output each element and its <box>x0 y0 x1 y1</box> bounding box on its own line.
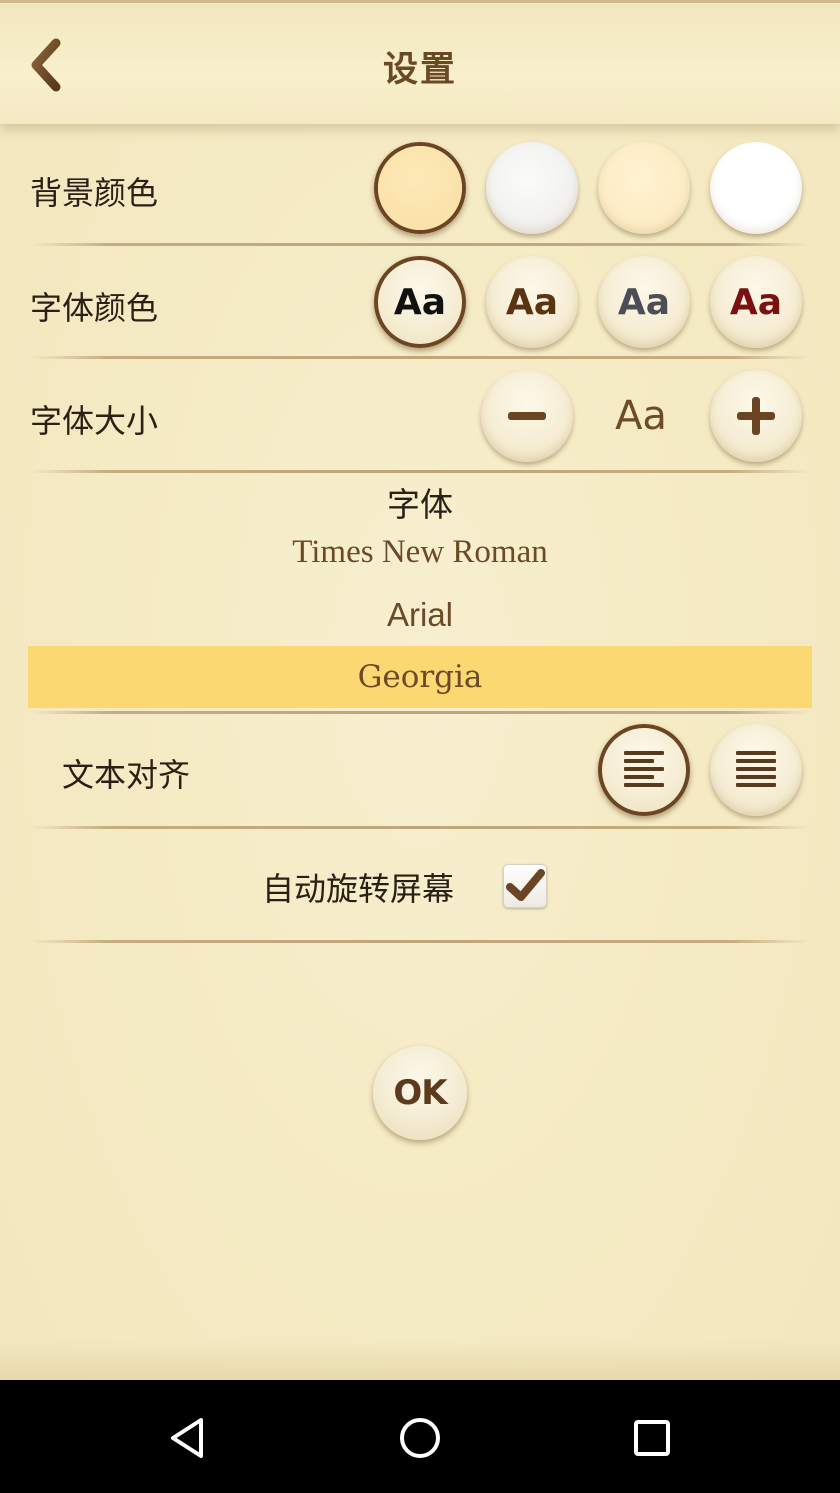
bg-color-option-white[interactable] <box>710 142 802 234</box>
divider <box>30 243 810 246</box>
text-align-label: 文本对齐 <box>62 756 191 794</box>
checkmark-icon <box>506 869 545 901</box>
align-justify-button[interactable] <box>710 724 802 816</box>
font-size-increase-button[interactable] <box>710 370 802 462</box>
page-title: 设置 <box>382 50 457 90</box>
nav-back-button[interactable] <box>157 1408 217 1468</box>
divider <box>30 356 810 359</box>
divider <box>30 826 810 829</box>
bg-color-option-light-gray[interactable] <box>486 142 578 234</box>
font-color-option-dark-red[interactable]: Aa <box>710 256 802 348</box>
font-size-decrease-button[interactable] <box>481 370 573 462</box>
font-color-label: 字体颜色 <box>30 289 159 327</box>
font-color-sample: Aa <box>393 281 447 323</box>
divider <box>30 470 810 473</box>
font-option-arial[interactable]: Arial <box>28 584 812 646</box>
bottom-fade <box>0 1340 840 1380</box>
background-color-label: 背景颜色 <box>30 174 159 212</box>
font-color-sample: Aa <box>617 281 671 323</box>
font-color-sample: Aa <box>729 281 783 323</box>
ok-button-label: OK <box>393 1073 447 1113</box>
font-color-option-gray[interactable]: Aa <box>598 256 690 348</box>
font-color-option-black[interactable]: Aa <box>374 256 466 348</box>
align-left-icon <box>624 751 664 787</box>
settings-screen: 设置 背景颜色 字体颜色 Aa Aa Aa Aa 字体大小 Aa 字体 Time… <box>0 0 840 1380</box>
system-navigation-bar <box>0 1380 840 1493</box>
auto-rotate-checkbox[interactable] <box>503 864 547 908</box>
font-family-title: 字体 <box>387 485 453 524</box>
bg-color-option-parchment[interactable] <box>374 142 466 234</box>
header-bar: 设置 <box>0 0 840 124</box>
font-size-label: 字体大小 <box>30 402 159 440</box>
minus-icon <box>508 412 546 420</box>
nav-home-button[interactable] <box>390 1408 450 1468</box>
ok-button[interactable]: OK <box>373 1046 467 1140</box>
font-option-georgia[interactable]: Georgia <box>28 646 812 708</box>
font-option-times-new-roman[interactable]: Times New Roman <box>28 521 812 583</box>
bg-color-option-cream[interactable] <box>598 142 690 234</box>
nav-recents-button[interactable] <box>622 1408 682 1468</box>
align-justify-icon <box>736 751 776 787</box>
font-color-option-brown[interactable]: Aa <box>486 256 578 348</box>
triangle-back-icon <box>171 1418 203 1458</box>
plus-icon <box>737 397 775 435</box>
divider <box>30 940 810 943</box>
divider <box>30 711 810 714</box>
swatch <box>378 146 462 230</box>
square-recents-icon <box>634 1420 670 1456</box>
circle-home-icon <box>400 1418 440 1458</box>
font-color-sample: Aa <box>505 281 559 323</box>
font-size-sample: Aa <box>615 393 667 439</box>
auto-rotate-label: 自动旋转屏幕 <box>262 870 455 908</box>
align-left-button[interactable] <box>598 724 690 816</box>
